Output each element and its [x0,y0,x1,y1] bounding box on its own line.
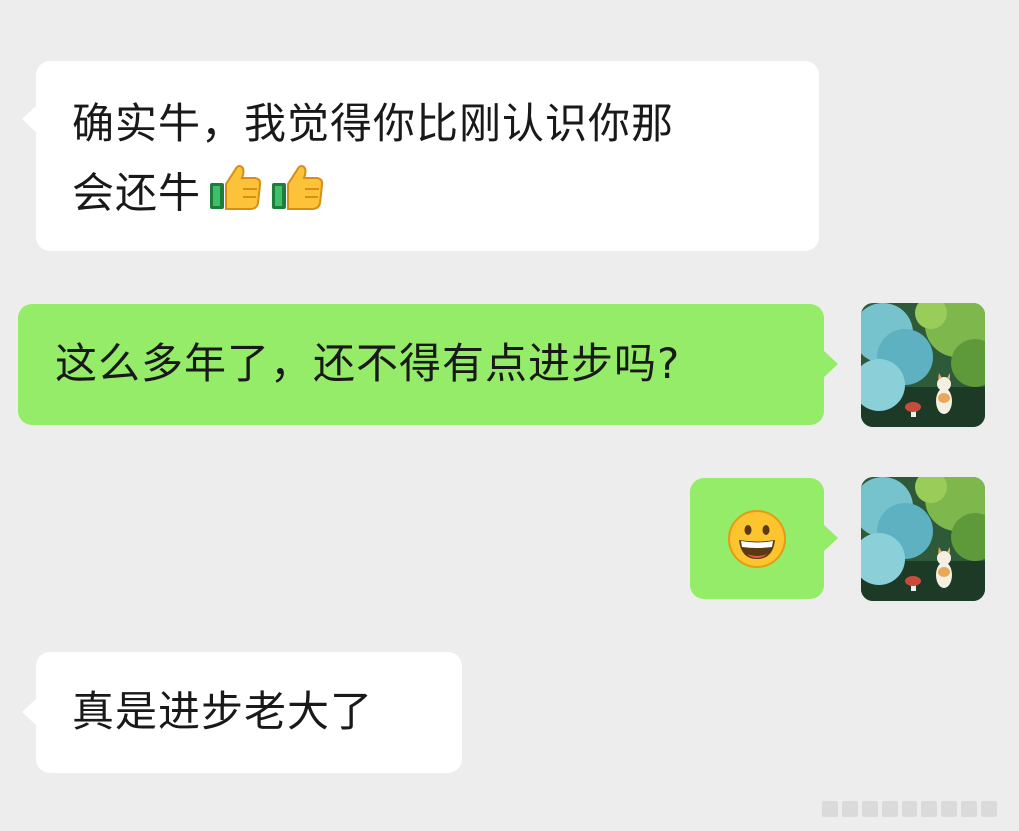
bubble-tail [823,524,838,552]
message-text-line-2: 会还牛 [72,158,783,234]
thumbs-up-icon [269,158,325,234]
user-avatar[interactable] [861,303,985,427]
bubble-tail [22,698,37,726]
message-bubble-sent[interactable]: 这么多年了，还不得有点进步吗? [18,304,838,425]
message-text: 这么多年了，还不得有点进步吗? [55,339,681,388]
grinning-face-icon [728,510,786,568]
bubble-tail [22,105,37,133]
message-text: 会还牛 [72,168,202,218]
cat-forest-avatar-icon [861,303,985,427]
message-bubble-received[interactable]: 确实牛，我觉得你比刚认识你那 会还牛 [22,61,819,251]
watermark [822,801,998,817]
message-text-line: 确实牛，我觉得你比刚认识你那 [72,99,675,148]
message-bubble-received[interactable]: 真是进步老大了 [22,652,462,773]
message-bubble-sent-emoji[interactable] [690,478,838,599]
thumbs-up-icon [207,158,263,234]
cat-forest-avatar-icon [861,477,985,601]
user-avatar[interactable] [861,477,985,601]
message-text: 真是进步老大了 [72,687,374,736]
bubble-tail [823,350,838,378]
